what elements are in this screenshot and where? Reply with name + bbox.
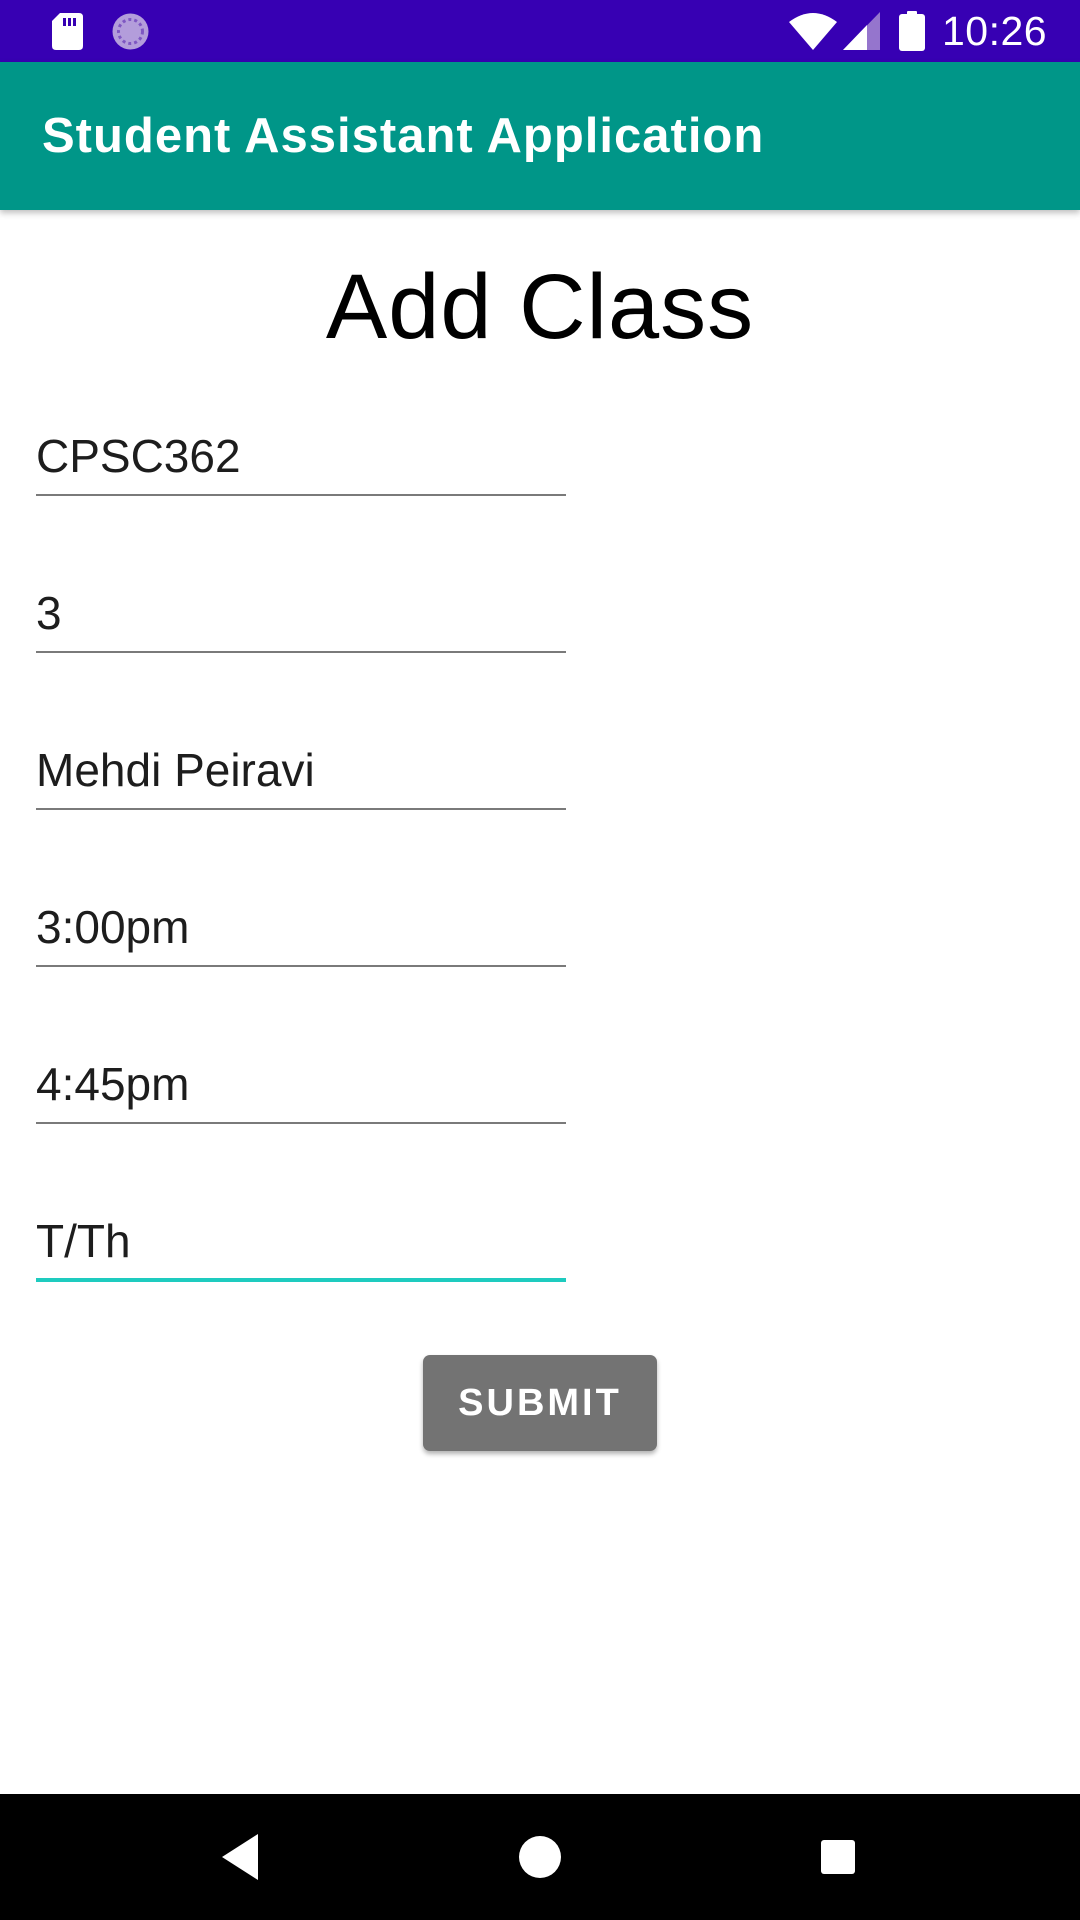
field-underline bbox=[36, 651, 566, 653]
days-field[interactable] bbox=[36, 1206, 566, 1282]
instructor-input[interactable] bbox=[36, 735, 566, 805]
sync-icon bbox=[112, 13, 149, 50]
wifi-icon bbox=[789, 13, 837, 50]
battery-icon bbox=[899, 11, 925, 51]
instructor-field[interactable] bbox=[36, 735, 566, 811]
navigation-bar bbox=[0, 1794, 1080, 1920]
class-name-field[interactable] bbox=[36, 421, 566, 497]
field-underline bbox=[36, 494, 566, 496]
units-input[interactable] bbox=[36, 578, 566, 648]
status-bar: 10:26 bbox=[0, 0, 1080, 62]
app-title: Student Assistant Application bbox=[42, 109, 765, 163]
back-icon[interactable] bbox=[222, 1834, 258, 1880]
app-bar: Student Assistant Application bbox=[0, 62, 1080, 210]
home-icon[interactable] bbox=[519, 1836, 561, 1878]
signal-icon bbox=[843, 12, 880, 50]
field-underline bbox=[36, 965, 566, 967]
class-name-input[interactable] bbox=[36, 421, 566, 491]
add-class-screen: 10:26 Student Assistant Application Add … bbox=[0, 0, 1080, 1920]
recents-icon[interactable] bbox=[821, 1838, 855, 1876]
start-time-input[interactable] bbox=[36, 892, 566, 962]
end-time-input[interactable] bbox=[36, 1049, 566, 1119]
field-underline bbox=[36, 808, 566, 810]
sd-card-icon bbox=[52, 13, 83, 50]
status-clock: 10:26 bbox=[942, 8, 1048, 54]
page-title: Add Class bbox=[325, 256, 755, 358]
field-underline-focused bbox=[36, 1278, 566, 1282]
units-field[interactable] bbox=[36, 578, 566, 654]
submit-button[interactable]: SUBMIT bbox=[423, 1355, 657, 1451]
end-time-field[interactable] bbox=[36, 1049, 566, 1125]
field-underline bbox=[36, 1122, 566, 1124]
days-input[interactable] bbox=[36, 1206, 566, 1276]
start-time-field[interactable] bbox=[36, 892, 566, 968]
